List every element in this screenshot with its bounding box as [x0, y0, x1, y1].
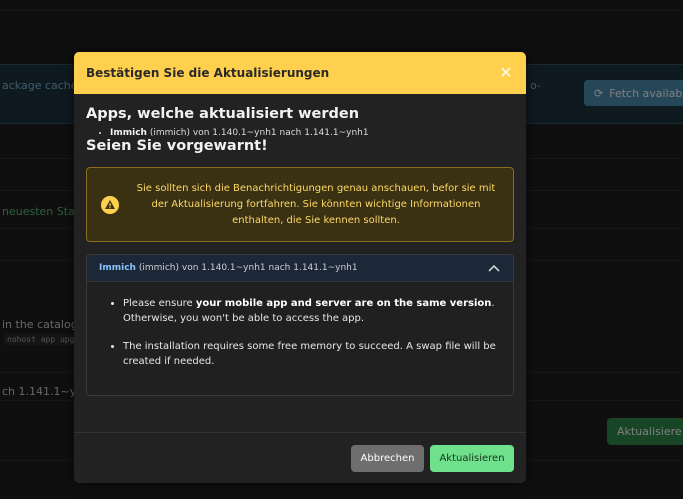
notice-app-detail: (immich) von 1.140.1~ynh1 nach 1.141.1~y… — [138, 263, 358, 273]
warning-icon — [101, 195, 119, 214]
app-name: Immich — [110, 128, 147, 138]
apps-heading: Apps, welche aktualisiert werden — [86, 106, 360, 122]
list-item: The installation requires some free memo… — [123, 339, 499, 369]
update-button[interactable]: Aktualisieren — [430, 444, 514, 472]
modal-title: Bestätigen Sie die Aktualisierungen — [86, 66, 330, 80]
notice-item1-bold: your mobile app and server are on the sa… — [195, 298, 492, 309]
modal-body: Apps, welche aktualisiert werden Immich … — [74, 94, 526, 396]
chevron-up-icon[interactable] — [487, 261, 501, 275]
confirm-update-modal: Bestätigen Sie die Aktualisierungen ✕ Ap… — [74, 52, 526, 483]
warning-heading: Seien Sie vorgewarnt! — [86, 138, 268, 154]
modal-header: Bestätigen Sie die Aktualisierungen ✕ — [74, 52, 526, 94]
warning-alert: Sie sollten sich die Benachrichtigungen … — [86, 167, 514, 242]
notice-item2: The installation requires some free memo… — [123, 341, 496, 367]
list-item: Immich (immich) von 1.140.1~ynh1 nach 1.… — [110, 128, 514, 138]
notice-item1-pre: Please ensure — [123, 298, 196, 309]
notice-app-name: Immich — [99, 263, 136, 273]
close-icon[interactable]: ✕ — [498, 65, 514, 81]
app-notice-card: Immich (immich) von 1.140.1~ynh1 nach 1.… — [86, 254, 514, 396]
warning-text: Sie sollten sich die Benachrichtigungen … — [136, 182, 496, 226]
list-item: Please ensure your mobile app and server… — [123, 296, 499, 326]
cancel-button[interactable]: Abbrechen — [351, 444, 424, 472]
notice-app-title: Immich (immich) von 1.140.1~ynh1 nach 1.… — [99, 263, 358, 273]
app-version-detail: (immich) von 1.140.1~ynh1 nach 1.141.1~y… — [149, 128, 369, 138]
modal-footer: Abbrechen Aktualisieren — [74, 432, 526, 483]
notice-card-header[interactable]: Immich (immich) von 1.140.1~ynh1 nach 1.… — [87, 255, 513, 282]
notice-list: Please ensure your mobile app and server… — [87, 282, 513, 369]
apps-list: Immich (immich) von 1.140.1~ynh1 nach 1.… — [86, 128, 514, 138]
